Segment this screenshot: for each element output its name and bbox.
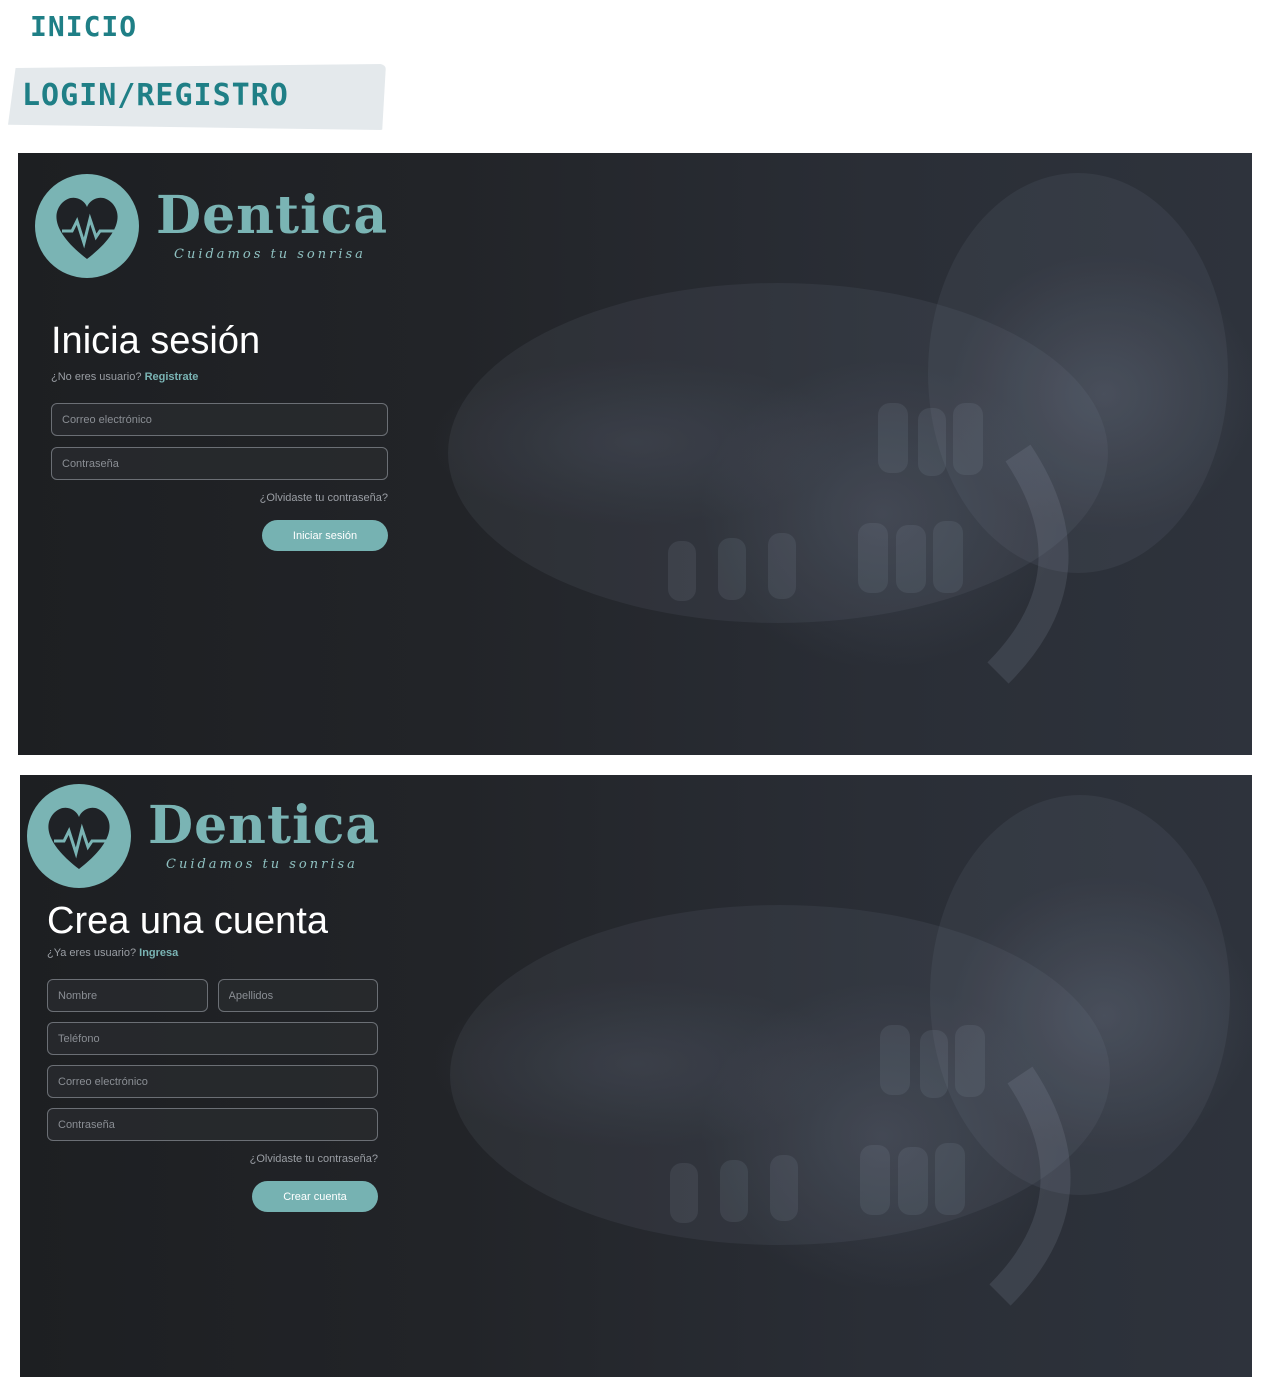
login-forgot-password-link[interactable]: ¿Olvidaste tu contraseña? — [51, 492, 388, 504]
login-password-input[interactable] — [51, 447, 388, 480]
nav-login-registro-tab[interactable]: LOGIN/REGISTRO — [8, 64, 386, 130]
login-prompt-text: ¿No eres usuario? — [51, 371, 142, 383]
brand-name: Dentica — [148, 795, 381, 856]
heart-tooth-icon — [35, 174, 139, 278]
register-password-input[interactable] — [47, 1108, 378, 1141]
login-panel: Dentica Cuidamos tu sonrisa Inicia sesió… — [18, 153, 1252, 755]
register-submit-button[interactable]: Crear cuenta — [252, 1181, 378, 1212]
heart-tooth-icon — [27, 784, 131, 888]
brand-tagline: Cuidamos tu sonrisa — [166, 857, 358, 872]
register-prompt-text: ¿Ya eres usuario? — [47, 947, 137, 959]
register-lastname-input[interactable] — [217, 979, 378, 1012]
register-email-input[interactable] — [47, 1065, 378, 1098]
register-panel: Dentica Cuidamos tu sonrisa Crea una cue… — [20, 775, 1252, 1377]
nav-inicio-link[interactable]: INICIO — [30, 10, 137, 43]
register-phone-input[interactable] — [47, 1022, 378, 1055]
register-prompt: ¿Ya eres usuario? Ingresa — [47, 947, 378, 959]
login-link[interactable]: Ingresa — [139, 947, 178, 959]
brand-tagline: Cuidamos tu sonrisa — [174, 247, 366, 262]
register-title: Crea una cuenta — [47, 900, 328, 942]
register-form: Crea una cuenta ¿Ya eres usuario? Ingres… — [47, 899, 378, 1212]
login-prompt: ¿No eres usuario? Registrate — [51, 371, 388, 383]
register-forgot-password-link[interactable]: ¿Olvidaste tu contraseña? — [47, 1153, 378, 1165]
login-submit-button[interactable]: Iniciar sesión — [262, 520, 388, 551]
register-name-input[interactable] — [47, 979, 208, 1012]
brand-name: Dentica — [156, 185, 389, 246]
register-link[interactable]: Registrate — [145, 371, 199, 383]
login-form: Inicia sesión ¿No eres usuario? Registra… — [51, 319, 388, 551]
login-title: Inicia sesión — [51, 320, 261, 362]
login-email-input[interactable] — [51, 403, 388, 436]
nav-login-registro-label: LOGIN/REGISTRO — [22, 78, 289, 113]
name-row — [47, 979, 378, 1012]
